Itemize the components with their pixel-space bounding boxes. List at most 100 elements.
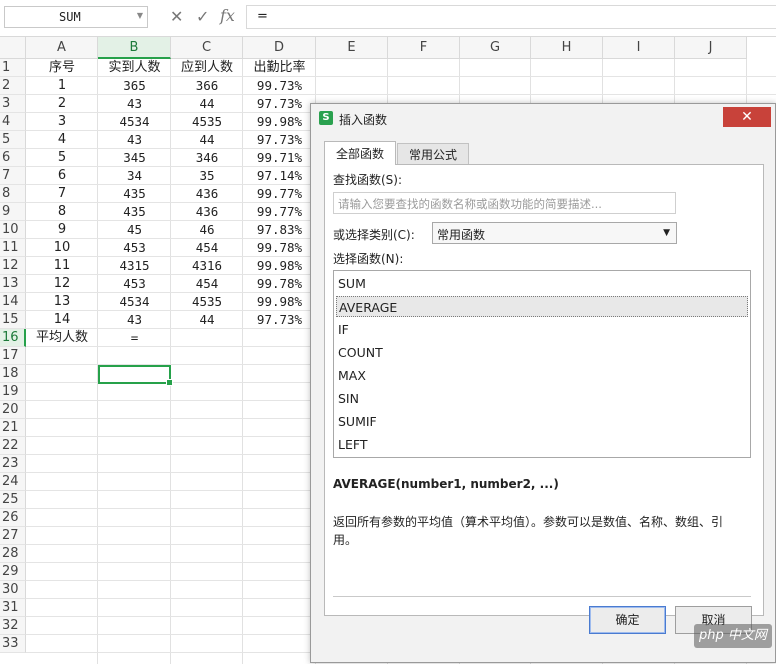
cell-b16[interactable]: =	[98, 329, 171, 347]
cell-c1[interactable]: 应到人数	[171, 59, 243, 77]
row-header-12[interactable]: 12	[0, 257, 26, 275]
function-item-if[interactable]: IF	[336, 319, 748, 340]
cell-d11[interactable]: 99.78%	[243, 239, 316, 257]
category-select[interactable]: 常用函数 ▼	[432, 222, 677, 244]
cell-a6[interactable]: 5	[26, 149, 98, 167]
fill-handle[interactable]	[166, 379, 173, 386]
column-header-j[interactable]: J	[675, 37, 747, 59]
ok-button[interactable]: 确定	[589, 606, 666, 634]
cell-a13[interactable]: 12	[26, 275, 98, 293]
row-header-1[interactable]: 1	[0, 59, 26, 77]
cell-b10[interactable]: 45	[98, 221, 171, 239]
cell-a12[interactable]: 11	[26, 257, 98, 275]
cell-a4[interactable]: 3	[26, 113, 98, 131]
formula-input[interactable]: =	[246, 5, 776, 29]
cell-d6[interactable]: 99.71%	[243, 149, 316, 167]
row-header-32[interactable]: 32	[0, 617, 26, 635]
tab-all-functions[interactable]: 全部函数	[324, 141, 396, 165]
cell-c11[interactable]: 454	[171, 239, 243, 257]
cell-d10[interactable]: 97.83%	[243, 221, 316, 239]
cell-a15[interactable]: 14	[26, 311, 98, 329]
row-header-30[interactable]: 30	[0, 581, 26, 599]
cell-c14[interactable]: 4535	[171, 293, 243, 311]
row-header-29[interactable]: 29	[0, 563, 26, 581]
cell-b1[interactable]: 实到人数	[98, 59, 171, 77]
function-icon[interactable]: fx	[220, 6, 235, 25]
cell-d2[interactable]: 99.73%	[243, 77, 316, 95]
cell-a5[interactable]: 4	[26, 131, 98, 149]
cell-d3[interactable]: 97.73%	[243, 95, 316, 113]
row-header-14[interactable]: 14	[0, 293, 26, 311]
row-header-18[interactable]: 18	[0, 365, 26, 383]
cell-d5[interactable]: 97.73%	[243, 131, 316, 149]
function-item-sum[interactable]: SUM	[336, 273, 748, 294]
function-search-input[interactable]: 请输入您要查找的函数名称或函数功能的简要描述...	[333, 192, 676, 214]
select-all-corner[interactable]	[0, 37, 26, 59]
tab-common-formulas[interactable]: 常用公式	[397, 143, 469, 165]
cell-d4[interactable]: 99.98%	[243, 113, 316, 131]
row-header-21[interactable]: 21	[0, 419, 26, 437]
cell-d12[interactable]: 99.98%	[243, 257, 316, 275]
cell-b6[interactable]: 345	[98, 149, 171, 167]
cancel-icon[interactable]: ✕	[170, 7, 183, 26]
cell-b9[interactable]: 435	[98, 203, 171, 221]
row-header-4[interactable]: 4	[0, 113, 26, 131]
close-button[interactable]: ✕	[723, 107, 771, 127]
row-header-6[interactable]: 6	[0, 149, 26, 167]
cell-b5[interactable]: 43	[98, 131, 171, 149]
row-header-26[interactable]: 26	[0, 509, 26, 527]
row-header-8[interactable]: 8	[0, 185, 26, 203]
row-header-25[interactable]: 25	[0, 491, 26, 509]
row-header-22[interactable]: 22	[0, 437, 26, 455]
row-header-16[interactable]: 16	[0, 329, 26, 347]
row-header-10[interactable]: 10	[0, 221, 26, 239]
cell-a2[interactable]: 1	[26, 77, 98, 95]
cell-c10[interactable]: 46	[171, 221, 243, 239]
column-header-d[interactable]: D	[243, 37, 316, 59]
column-header-b[interactable]: B	[98, 37, 171, 59]
row-header-11[interactable]: 11	[0, 239, 26, 257]
active-cell-selection[interactable]	[98, 365, 173, 386]
row-header-2[interactable]: 2	[0, 77, 26, 95]
cell-a11[interactable]: 10	[26, 239, 98, 257]
function-list[interactable]: SUM AVERAGE IF COUNT MAX SIN SUMIF LEFT	[333, 270, 751, 458]
cell-d15[interactable]: 97.73%	[243, 311, 316, 329]
cell-c3[interactable]: 44	[171, 95, 243, 113]
cell-c15[interactable]: 44	[171, 311, 243, 329]
cell-a7[interactable]: 6	[26, 167, 98, 185]
function-item-sumif[interactable]: SUMIF	[336, 411, 748, 432]
row-header-28[interactable]: 28	[0, 545, 26, 563]
cell-c2[interactable]: 366	[171, 77, 243, 95]
cell-b2[interactable]: 365	[98, 77, 171, 95]
cell-b12[interactable]: 4315	[98, 257, 171, 275]
row-header-3[interactable]: 3	[0, 95, 26, 113]
dialog-title-bar[interactable]: S 插入函数 ✕	[311, 104, 775, 132]
cell-d14[interactable]: 99.98%	[243, 293, 316, 311]
row-header-33[interactable]: 33	[0, 635, 26, 653]
column-header-e[interactable]: E	[316, 37, 388, 59]
column-header-f[interactable]: F	[388, 37, 460, 59]
cell-c13[interactable]: 454	[171, 275, 243, 293]
cell-c6[interactable]: 346	[171, 149, 243, 167]
cell-b8[interactable]: 435	[98, 185, 171, 203]
function-item-average[interactable]: AVERAGE	[336, 296, 748, 317]
cell-c9[interactable]: 436	[171, 203, 243, 221]
cell-a1[interactable]: 序号	[26, 59, 98, 77]
cell-c4[interactable]: 4535	[171, 113, 243, 131]
cell-b13[interactable]: 453	[98, 275, 171, 293]
row-header-27[interactable]: 27	[0, 527, 26, 545]
cell-a16[interactable]: 平均人数	[26, 329, 98, 347]
cell-d16[interactable]	[243, 329, 316, 347]
name-box[interactable]: SUM ▼	[4, 6, 148, 28]
cell-a8[interactable]: 7	[26, 185, 98, 203]
cell-a3[interactable]: 2	[26, 95, 98, 113]
row-header-19[interactable]: 19	[0, 383, 26, 401]
row-header-23[interactable]: 23	[0, 455, 26, 473]
cell-b4[interactable]: 4534	[98, 113, 171, 131]
cell-c12[interactable]: 4316	[171, 257, 243, 275]
row-header-31[interactable]: 31	[0, 599, 26, 617]
cell-a10[interactable]: 9	[26, 221, 98, 239]
row-header-7[interactable]: 7	[0, 167, 26, 185]
cell-d1[interactable]: 出勤比率	[243, 59, 316, 77]
cell-d7[interactable]: 97.14%	[243, 167, 316, 185]
